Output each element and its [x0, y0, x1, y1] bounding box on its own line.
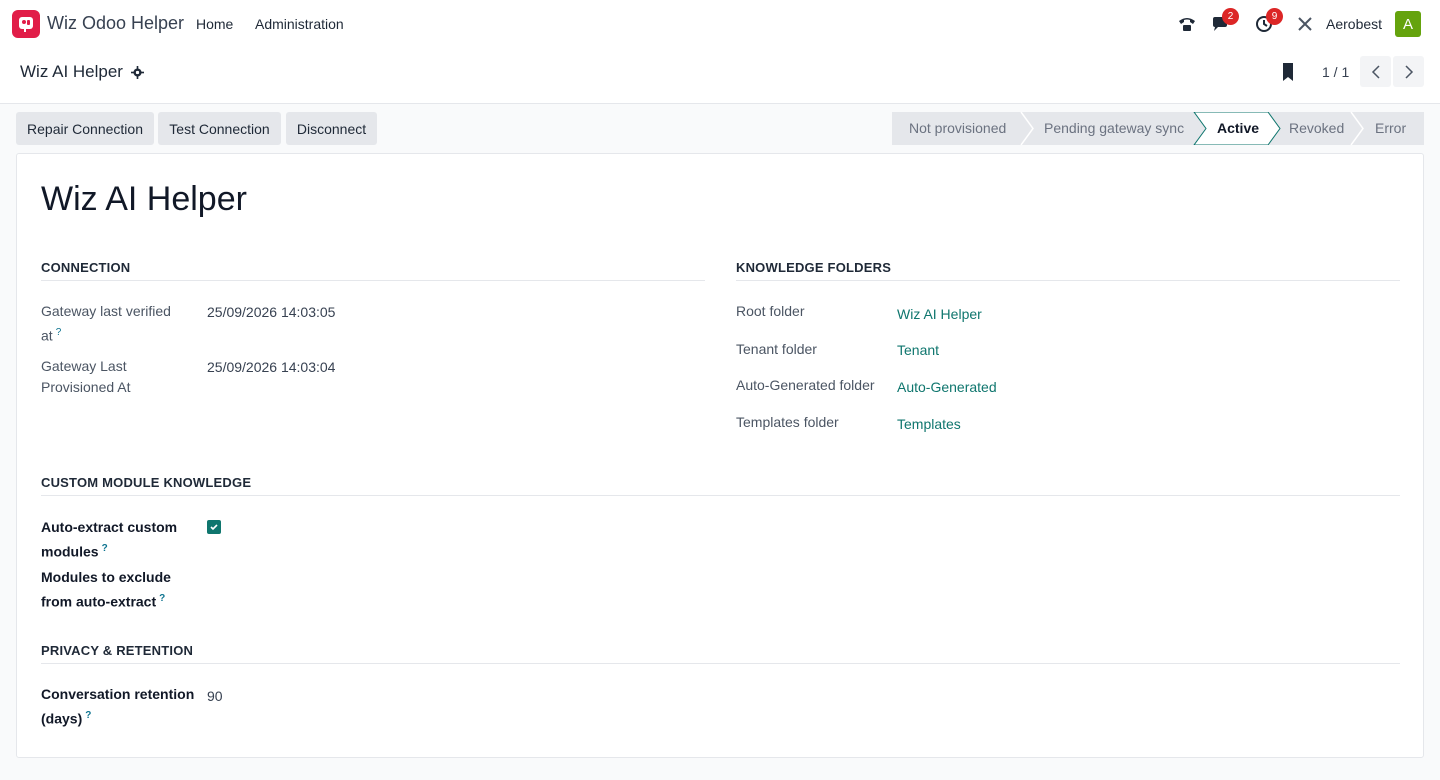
chat-icon[interactable]: 2 — [1210, 8, 1239, 34]
stage-error[interactable]: Error — [1375, 120, 1406, 136]
conversation-retention-value[interactable]: 90 — [207, 688, 223, 704]
tenant-folder-link[interactable]: Tenant — [897, 342, 939, 358]
help-icon[interactable]: ? — [102, 543, 108, 554]
section-custom-module-knowledge: CUSTOM MODULE KNOWLEDGE — [41, 475, 1400, 496]
chevron-left-icon — [1371, 64, 1380, 79]
breadcrumb: Wiz AI Helper — [20, 62, 144, 82]
help-icon[interactable]: ? — [159, 593, 165, 604]
help-icon[interactable]: ? — [85, 710, 91, 721]
gateway-last-provisioned-value: 25/09/2026 14:03:04 — [207, 359, 336, 375]
root-folder-link[interactable]: Wiz AI Helper — [897, 306, 982, 322]
gear-icon[interactable] — [130, 65, 144, 79]
tools-icon[interactable] — [1295, 14, 1315, 34]
stage-pending-gateway-sync[interactable]: Pending gateway sync — [1044, 120, 1184, 136]
auto-extract-checkbox[interactable] — [207, 520, 221, 534]
section-privacy-retention: PRIVACY & RETENTION — [41, 643, 1400, 664]
conversation-retention-label: Conversation retention (days)? — [41, 686, 195, 727]
repair-connection-button[interactable]: Repair Connection — [16, 112, 154, 145]
control-panel: Wiz AI Helper 1 / 1 — [0, 48, 1440, 104]
company-switcher[interactable]: Aerobest — [1326, 16, 1382, 32]
section-knowledge-folders: KNOWLEDGE FOLDERS — [736, 260, 1400, 281]
record-title[interactable]: Wiz AI Helper — [41, 180, 247, 219]
form-sheet: Wiz AI Helper CONNECTION Gateway last ve… — [16, 153, 1424, 758]
pager-next-button[interactable] — [1393, 56, 1424, 87]
gateway-last-verified-value: 25/09/2026 14:03:05 — [207, 304, 336, 320]
templates-folder-link[interactable]: Templates — [897, 416, 961, 432]
activities-badge: 9 — [1266, 8, 1283, 25]
auto-generated-folder-link[interactable]: Auto-Generated — [897, 379, 997, 395]
clock-icon[interactable]: 9 — [1254, 8, 1283, 34]
avatar[interactable]: A — [1395, 11, 1421, 37]
menu-administration[interactable]: Administration — [255, 16, 344, 32]
stage-active[interactable]: Active — [1217, 120, 1259, 136]
pager-value[interactable]: 1 / 1 — [1322, 64, 1349, 80]
tenant-folder-label: Tenant folder — [736, 341, 817, 357]
app-logo[interactable] — [12, 10, 40, 38]
messages-badge: 2 — [1222, 8, 1239, 25]
check-icon — [210, 524, 218, 531]
gateway-last-provisioned-label: Gateway Last Provisioned At — [41, 358, 131, 395]
disconnect-button[interactable]: Disconnect — [286, 112, 377, 145]
top-navbar: Wiz Odoo Helper Home Administration 2 9 … — [0, 0, 1440, 48]
stage-revoked[interactable]: Revoked — [1289, 120, 1344, 136]
root-folder-label: Root folder — [736, 303, 805, 319]
breadcrumb-current: Wiz AI Helper — [20, 62, 123, 81]
stage-not-provisioned[interactable]: Not provisioned — [909, 120, 1006, 136]
phone-icon[interactable] — [1177, 14, 1197, 34]
auto-generated-folder-label: Auto-Generated folder — [736, 377, 875, 393]
section-connection: CONNECTION — [41, 260, 705, 281]
help-icon[interactable]: ? — [56, 327, 62, 338]
bookmark-icon[interactable] — [1280, 62, 1296, 82]
chevron-right-icon — [1404, 64, 1413, 79]
pager-previous-button[interactable] — [1360, 56, 1391, 87]
auto-extract-label: Auto-extract custom modules? — [41, 519, 178, 560]
test-connection-button[interactable]: Test Connection — [158, 112, 281, 145]
gateway-last-verified-label: Gateway last verified at? — [41, 303, 171, 344]
menu-home[interactable]: Home — [196, 16, 233, 32]
statusbar: Not provisioned Pending gateway sync Act… — [892, 112, 1424, 145]
modules-exclude-label: Modules to exclude from auto-extract? — [41, 569, 171, 610]
app-name[interactable]: Wiz Odoo Helper — [47, 13, 184, 34]
templates-folder-label: Templates folder — [736, 414, 839, 430]
wiz-logo-icon — [19, 17, 33, 32]
